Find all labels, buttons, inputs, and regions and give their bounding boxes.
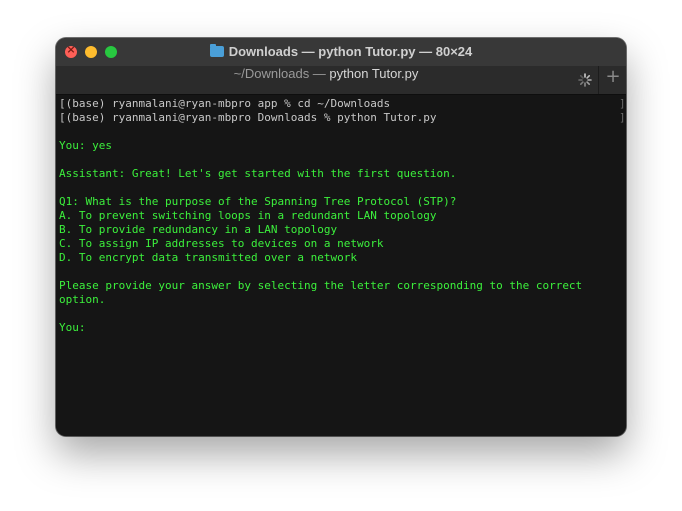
terminal-line-2: [(base) ryanmalani@ryan-mbpro Downloads …	[59, 111, 437, 124]
window-title: Downloads — python Tutor.py — 80×24	[56, 44, 626, 59]
terminal-line-8: Q1: What is the purpose of the Spanning …	[59, 195, 457, 208]
activity-spinner-icon	[578, 73, 592, 87]
terminal-window: Downloads — python Tutor.py — 80×24 ~/Do…	[56, 38, 626, 436]
terminal-line-11: C. To assign IP addresses to devices on …	[59, 237, 384, 250]
folder-icon	[209, 44, 224, 57]
tab-active[interactable]: ~/Downloads — python Tutor.py	[56, 66, 596, 94]
tab-bar: ~/Downloads — python Tutor.py +	[56, 66, 626, 95]
terminal-line-12: D. To encrypt data transmitted over a ne…	[59, 251, 358, 264]
title-bar[interactable]: Downloads — python Tutor.py — 80×24	[56, 38, 626, 66]
plus-icon: +	[605, 66, 621, 87]
terminal-line-15: option.	[59, 293, 106, 306]
terminal-output[interactable]: [(base) ryanmalani@ryan-mbpro app % cd ~…	[56, 95, 626, 436]
line-2-bracket: ]	[619, 111, 626, 124]
terminal-line-6: Assistant: Great! Let's get started with…	[59, 167, 457, 180]
terminal-line-17: You:	[59, 321, 86, 334]
window-title-text: Downloads — python Tutor.py — 80×24	[228, 44, 473, 59]
terminal-line-1: [(base) ryanmalani@ryan-mbpro app % cd ~…	[59, 97, 391, 110]
tab-process: python Tutor.py	[329, 66, 419, 81]
terminal-line-10: B. To provide redundancy in a LAN topolo…	[59, 223, 338, 236]
terminal-line-14: Please provide your answer by selecting …	[59, 279, 583, 292]
line-1-bracket: ]	[619, 97, 626, 110]
terminal-line-4: You: yes	[59, 139, 112, 152]
terminal-line-9: A. To prevent switching loops in a redun…	[59, 209, 437, 222]
new-tab-button[interactable]: +	[598, 66, 626, 94]
tab-path: ~/Downloads —	[233, 66, 330, 81]
